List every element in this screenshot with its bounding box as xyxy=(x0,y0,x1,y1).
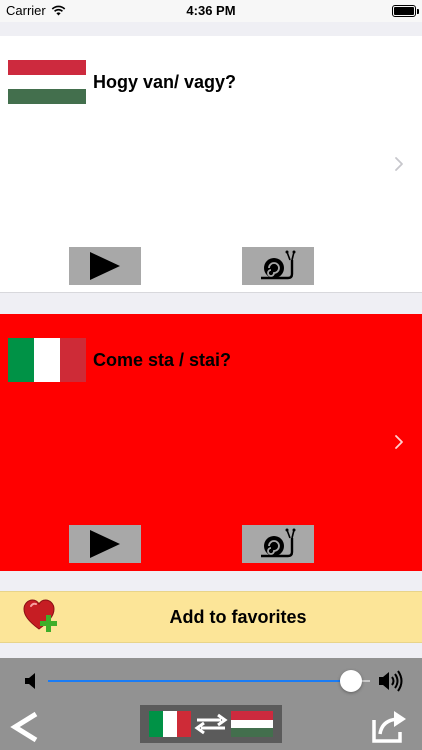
italian-flag-icon xyxy=(149,711,191,737)
speaker-high-icon xyxy=(379,670,403,692)
bottom-toolbar xyxy=(0,658,422,750)
play-button-hungarian[interactable] xyxy=(69,247,141,285)
italian-flag-icon xyxy=(8,338,86,382)
hungarian-flag-icon xyxy=(8,60,86,105)
speaker-low-icon xyxy=(25,673,35,689)
volume-slider-fill xyxy=(48,680,351,682)
slow-play-button-italian[interactable] xyxy=(242,525,314,563)
chevron-right-icon[interactable] xyxy=(394,434,404,450)
volume-slider[interactable] xyxy=(48,670,370,692)
volume-slider-thumb[interactable] xyxy=(339,670,362,692)
share-icon[interactable] xyxy=(370,708,410,744)
status-bar: Carrier 4:36 PM xyxy=(0,0,422,22)
play-icon xyxy=(90,252,120,280)
phrase-text-hungarian: Hogy van/ vagy? xyxy=(93,72,237,92)
phrase-card-hungarian[interactable]: Hogy van/ vagy? xyxy=(0,36,422,293)
swap-arrows-icon xyxy=(194,713,228,735)
slow-play-button-hungarian[interactable] xyxy=(242,247,314,285)
chevron-right-icon[interactable] xyxy=(394,156,404,172)
battery-icon xyxy=(392,5,419,17)
phrase-card-italian[interactable]: Come sta / stai? xyxy=(0,314,422,571)
play-icon xyxy=(90,530,120,558)
snail-icon xyxy=(261,528,296,558)
status-time: 4:36 PM xyxy=(186,3,236,18)
back-icon[interactable] xyxy=(10,710,40,744)
hungarian-flag-icon xyxy=(231,711,273,738)
play-button-italian[interactable] xyxy=(69,525,141,563)
add-to-favorites-button[interactable]: Add to favorites xyxy=(0,591,422,643)
phrase-text-italian: Come sta / stai? xyxy=(93,350,232,370)
swap-languages-button[interactable] xyxy=(140,705,282,743)
snail-icon xyxy=(261,250,296,280)
add-to-favorites-label: Add to favorites xyxy=(169,607,307,627)
